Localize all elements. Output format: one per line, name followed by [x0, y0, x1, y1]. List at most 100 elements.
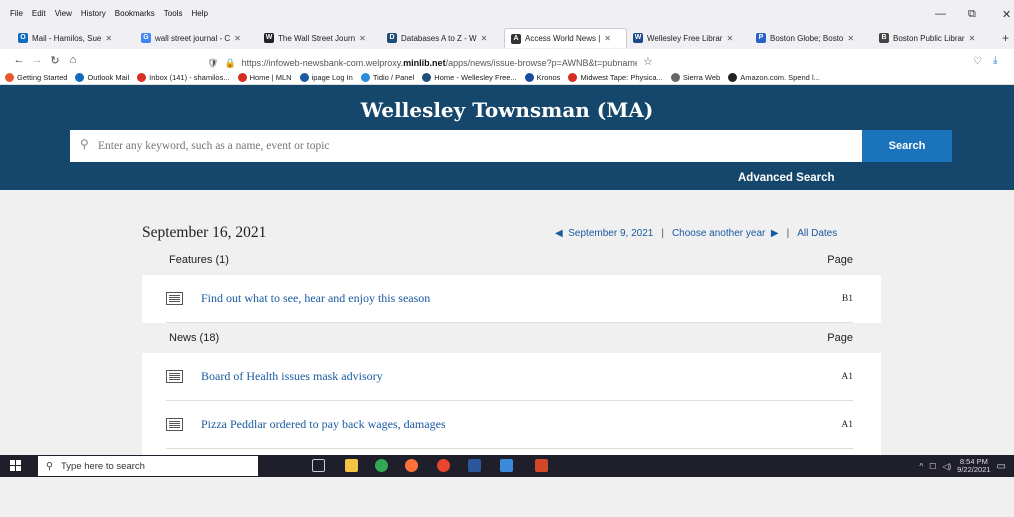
- browser-tab[interactable]: O Mail - Hamilos, Sue ✕: [12, 28, 135, 48]
- bookmark-label: Sierra Web: [682, 73, 721, 82]
- menu-bookmarks[interactable]: Bookmarks: [115, 9, 155, 18]
- file-explorer-icon[interactable]: [345, 459, 358, 472]
- bookmark-item[interactable]: ipage Log In: [299, 73, 353, 82]
- bookmark-item[interactable]: Home | MLN: [237, 73, 292, 82]
- volume-icon[interactable]: ◁): [942, 462, 951, 471]
- reload-icon[interactable]: ↻: [46, 54, 64, 67]
- notifications-icon[interactable]: ▭: [997, 461, 1006, 472]
- bookmark-label: Home - Wellesley Free...: [434, 73, 517, 82]
- advanced-search-link[interactable]: Advanced Search: [738, 172, 835, 184]
- download-icon[interactable]: ⤓: [993, 55, 997, 66]
- security-icon[interactable]: [500, 459, 513, 472]
- bookmark-star-icon[interactable]: ☆: [643, 55, 653, 68]
- clock-date: 9/22/2021: [957, 465, 991, 474]
- prev-issue-link[interactable]: September 9, 2021: [568, 228, 653, 239]
- tab-favicon-icon: D: [387, 33, 397, 43]
- task-view-icon[interactable]: [312, 459, 325, 472]
- next-arrow-icon[interactable]: ▶: [771, 228, 779, 239]
- minimize-button[interactable]: —: [935, 8, 946, 20]
- search-input[interactable]: [70, 130, 862, 162]
- browser-tab[interactable]: B Boston Public Librar ✕: [873, 28, 996, 48]
- forward-icon[interactable]: →: [28, 54, 46, 66]
- word-icon[interactable]: [468, 459, 481, 472]
- bookmark-item[interactable]: Getting Started: [5, 73, 67, 82]
- article-row: Pizza Peddlar ordered to pay back wages,…: [166, 401, 853, 449]
- url-domain: minlib.net: [403, 58, 446, 68]
- close-tab-icon[interactable]: ✕: [969, 34, 976, 43]
- article-page-number: A1: [841, 371, 853, 382]
- new-tab-icon[interactable]: +: [1002, 31, 1009, 45]
- close-tab-icon[interactable]: ✕: [726, 34, 733, 43]
- article-title-link[interactable]: Find out what to see, hear and enjoy thi…: [201, 291, 430, 306]
- issue-navigation: ◀ September 9, 2021 | Choose another yea…: [555, 228, 838, 239]
- article-page-number: A1: [841, 419, 853, 430]
- back-icon[interactable]: ←: [10, 54, 28, 66]
- bookmark-label: Kronos: [536, 73, 561, 82]
- clock[interactable]: 8:54 PM 9/22/2021: [957, 458, 990, 474]
- tab-label: Mail - Hamilos, Sue: [32, 33, 102, 43]
- browser-tab[interactable]: D Databases A to Z - W ✕: [381, 28, 504, 48]
- windows-start-icon[interactable]: [10, 460, 22, 472]
- menu-file[interactable]: File: [10, 9, 23, 18]
- tab-bar: O Mail - Hamilos, Sue ✕ Gwall street journa…: [0, 27, 1014, 49]
- url-prefix: https://infoweb-newsbank-com.welproxy.: [241, 58, 404, 68]
- page-column-header: Page: [827, 332, 853, 344]
- tab-label: wall street journal - C: [155, 33, 231, 43]
- close-tab-icon[interactable]: ✕: [105, 34, 112, 43]
- close-tab-icon[interactable]: ✕: [847, 34, 854, 43]
- bookmark-item[interactable]: Home - Wellesley Free...: [422, 73, 517, 82]
- close-tab-icon[interactable]: ✕: [481, 34, 488, 43]
- section-name: Features (1): [169, 254, 229, 266]
- all-dates-link[interactable]: All Dates: [797, 228, 837, 239]
- choose-year-link[interactable]: Choose another year: [672, 228, 765, 239]
- firefox-icon[interactable]: [405, 459, 418, 472]
- tab-favicon-icon: B: [879, 33, 889, 43]
- home-icon[interactable]: ⌂: [64, 54, 82, 66]
- article-title-link[interactable]: Board of Health issues mask advisory: [201, 369, 383, 384]
- search-icon: ⚲: [80, 137, 89, 151]
- bookmarks-bar: Getting Started Outlook Mail Inbox (141) -…: [0, 71, 1014, 85]
- menu-edit[interactable]: Edit: [32, 9, 46, 18]
- article-list: Features (1) Page Find out what to see, he…: [142, 245, 881, 455]
- browser-tab[interactable]: W Wellesley Free Librar ✕: [627, 28, 750, 48]
- bookmark-item[interactable]: Amazon.com. Spend l...: [728, 73, 820, 82]
- tab-label: The Wall Street Journ: [278, 33, 356, 43]
- bookmark-item[interactable]: Sierra Web: [670, 73, 721, 82]
- network-icon[interactable]: ☐: [929, 462, 936, 471]
- powerpoint-icon[interactable]: [535, 459, 548, 472]
- search-button[interactable]: Search: [862, 130, 952, 162]
- article-document-icon: [166, 370, 183, 383]
- bookmark-item[interactable]: Midwest Tape: Physica...: [568, 73, 663, 82]
- bookmark-item[interactable]: Outlook Mail: [75, 73, 129, 82]
- taskbar-search[interactable]: ⚲ Type here to search: [38, 456, 258, 476]
- chrome-icon[interactable]: [375, 459, 388, 472]
- bookmark-item[interactable]: Inbox (141) - shamilos...: [137, 73, 230, 82]
- maximize-button[interactable]: ⧉: [968, 8, 976, 21]
- tray-chevron-icon[interactable]: ^: [919, 462, 923, 471]
- prev-issue-arrow-icon[interactable]: ◀: [555, 228, 563, 239]
- menu-help[interactable]: Help: [191, 9, 207, 18]
- browser-tab[interactable]: W The Wall Street Journ ✕: [258, 28, 381, 48]
- bookmark-item[interactable]: Tidio / Panel: [360, 73, 414, 82]
- menu-history[interactable]: History: [81, 9, 106, 18]
- menu-view[interactable]: View: [55, 9, 72, 18]
- app-icon[interactable]: [437, 459, 450, 472]
- close-window-button[interactable]: ✕: [1002, 8, 1011, 21]
- browser-tab[interactable]: Gwall street journal - C ✕: [135, 28, 258, 48]
- shield-icon: 🛡: [207, 57, 219, 68]
- url-bar[interactable]: 🛡 🔒 https://infoweb-newsbank-com.welprox…: [207, 54, 637, 72]
- bookmark-label: ipage Log In: [311, 73, 353, 82]
- bookmark-item[interactable]: Kronos: [524, 73, 561, 82]
- browser-tab[interactable]: A Access World News | ✕: [504, 28, 627, 48]
- close-tab-icon[interactable]: ✕: [234, 34, 241, 43]
- browser-tab[interactable]: P Boston Globe; Bosto ✕: [750, 28, 873, 48]
- article-title-link[interactable]: Pizza Peddlar ordered to pay back wages,…: [201, 417, 446, 432]
- pocket-icon[interactable]: ♡: [973, 56, 982, 67]
- close-tab-icon[interactable]: ✕: [359, 34, 366, 43]
- menu-tools[interactable]: Tools: [164, 9, 183, 18]
- taskbar: ⚲ Type here to search ^ ☐ ◁) 8:54 PM 9/2…: [0, 455, 1014, 477]
- bookmark-label: Midwest Tape: Physica...: [580, 73, 663, 82]
- page-header: Wellesley Townsman (MA) ⚲ Search Advance…: [0, 85, 1014, 190]
- close-tab-icon[interactable]: ✕: [604, 34, 611, 43]
- bookmark-favicon-icon: [237, 73, 247, 82]
